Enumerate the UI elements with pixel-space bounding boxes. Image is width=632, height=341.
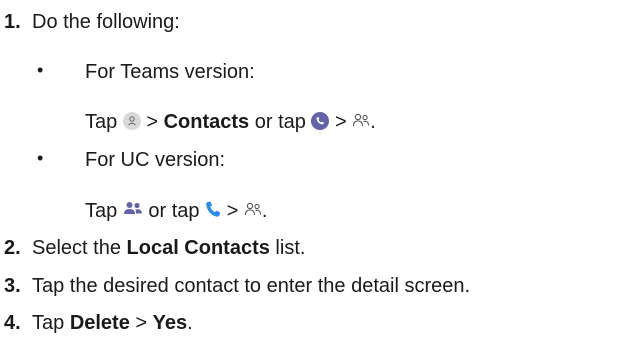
step-number: 2. bbox=[4, 237, 21, 259]
step-text: > bbox=[129, 312, 153, 334]
phone-icon bbox=[205, 200, 221, 218]
step-text: Do the following: bbox=[32, 11, 180, 33]
step-2: 2. Select the Local Contacts list. bbox=[0, 236, 305, 260]
people-icon bbox=[123, 201, 143, 217]
step-1: 1. Do the following: bbox=[0, 10, 180, 34]
bullet: • bbox=[37, 148, 44, 168]
gt-text: > bbox=[140, 111, 164, 133]
contacts-label: Contacts bbox=[163, 111, 250, 133]
tap-text: Tap bbox=[85, 200, 118, 222]
tap-text: Tap bbox=[85, 111, 118, 133]
bullet: • bbox=[37, 60, 44, 80]
contacts-outline-icon bbox=[244, 201, 262, 217]
step-text: Select the bbox=[32, 237, 127, 259]
uc-heading: For UC version: bbox=[85, 149, 226, 171]
uc-instruction: Tap or tap > . bbox=[85, 199, 267, 223]
period: . bbox=[261, 200, 268, 222]
calls-icon bbox=[311, 111, 330, 130]
step-number: 3. bbox=[4, 275, 21, 297]
gt-text: > bbox=[329, 111, 353, 133]
step-text: . bbox=[187, 312, 193, 334]
step-text: list. bbox=[269, 237, 306, 259]
or-tap-text: or tap bbox=[249, 111, 312, 133]
step-number: 1. bbox=[4, 11, 21, 33]
person-avatar-icon bbox=[122, 111, 141, 130]
or-tap-text: or tap bbox=[142, 200, 206, 222]
step-3: 3. Tap the desired contact to enter the d… bbox=[0, 274, 470, 298]
yes-label: Yes bbox=[152, 312, 188, 334]
teams-instruction: Tap > Contacts or tap > . bbox=[85, 110, 376, 134]
period: . bbox=[370, 111, 376, 133]
delete-label: Delete bbox=[69, 312, 130, 334]
gt-text: > bbox=[221, 200, 244, 222]
step-text: Tap the desired contact to enter the det… bbox=[32, 275, 471, 297]
teams-heading: For Teams version: bbox=[85, 61, 255, 83]
step-text: Tap bbox=[32, 312, 70, 334]
local-contacts-label: Local Contacts bbox=[126, 237, 270, 259]
contacts-outline-icon bbox=[352, 112, 370, 128]
step-number: 4. bbox=[4, 312, 21, 334]
step-4: 4. Tap Delete > Yes. bbox=[0, 311, 193, 335]
